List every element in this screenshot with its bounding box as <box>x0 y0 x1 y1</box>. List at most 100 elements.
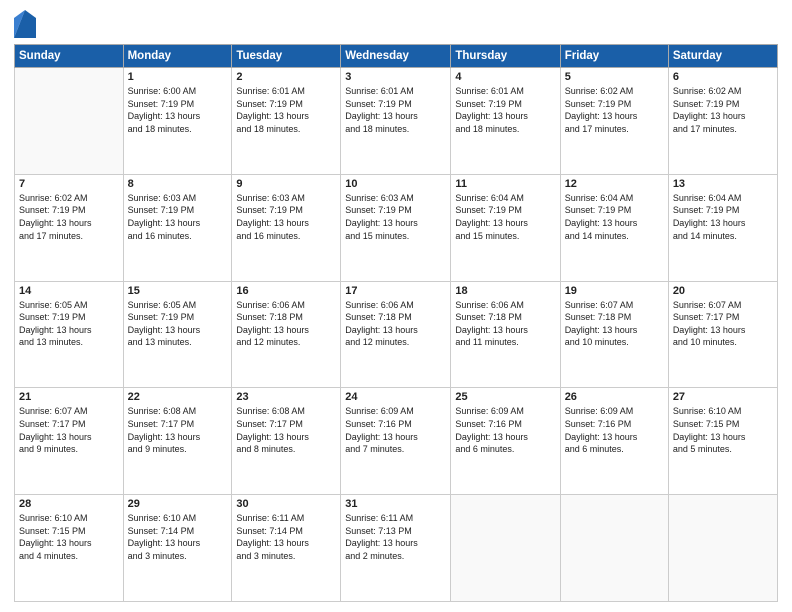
day-info: Sunrise: 6:09 AM Sunset: 7:16 PM Dayligh… <box>565 405 664 455</box>
calendar-week-row: 14Sunrise: 6:05 AM Sunset: 7:19 PM Dayli… <box>15 281 778 388</box>
day-number: 18 <box>455 285 555 297</box>
calendar-cell: 27 Sunrise: 6:10 AM Sunset: 7:15 PM Dayli… <box>668 388 777 495</box>
day-info: Sunrise: 6:06 AM Sunset: 7:18 PM Dayligh… <box>345 299 446 349</box>
calendar-cell: 7 Sunrise: 6:02 AM Sunset: 7:19 PM Daylig… <box>15 174 124 281</box>
day-number: 7 <box>19 178 119 190</box>
weekday-header: Wednesday <box>341 45 451 68</box>
calendar-cell: 19Sunrise: 6:07 AM Sunset: 7:18 PM Dayli… <box>560 281 668 388</box>
day-info: Sunrise: 6:04 AM Sunset: 7:19 PM Dayligh… <box>455 192 555 242</box>
day-number: 15 <box>128 285 228 297</box>
day-info: Sunrise: 6:03 AM Sunset: 7:19 PM Dayligh… <box>236 192 336 242</box>
day-number: 26 <box>565 391 664 403</box>
weekday-header: Thursday <box>451 45 560 68</box>
day-info: Sunrise: 6:11 AM Sunset: 7:14 PM Dayligh… <box>236 512 336 562</box>
calendar-cell: 17 Sunrise: 6:06 AM Sunset: 7:18 PM Dayli… <box>341 281 451 388</box>
day-number: 22 <box>128 391 228 403</box>
day-number: 12 <box>565 178 664 190</box>
calendar-cell: 24 Sunrise: 6:09 AM Sunset: 7:16 PM Dayli… <box>341 388 451 495</box>
weekday-header: Tuesday <box>232 45 341 68</box>
logo <box>14 10 40 38</box>
calendar-cell: 11 Sunrise: 6:04 AM Sunset: 7:19 PM Dayli… <box>451 174 560 281</box>
calendar-cell <box>668 495 777 602</box>
day-info: Sunrise: 6:07 AM Sunset: 7:18 PM Dayligh… <box>565 299 664 349</box>
day-number: 29 <box>128 498 228 510</box>
day-info: Sunrise: 6:07 AM Sunset: 7:17 PM Dayligh… <box>19 405 119 455</box>
calendar-cell: 23 Sunrise: 6:08 AM Sunset: 7:17 PM Dayli… <box>232 388 341 495</box>
day-number: 4 <box>455 71 555 83</box>
page: SundayMondayTuesdayWednesdayThursdayFrid… <box>0 0 792 612</box>
calendar-cell: 6Sunrise: 6:02 AM Sunset: 7:19 PM Daylig… <box>668 68 777 175</box>
calendar-cell: 29 Sunrise: 6:10 AM Sunset: 7:14 PM Dayli… <box>123 495 232 602</box>
calendar-week-row: 28 Sunrise: 6:10 AM Sunset: 7:15 PM Dayli… <box>15 495 778 602</box>
day-number: 31 <box>345 498 446 510</box>
day-info: Sunrise: 6:09 AM Sunset: 7:16 PM Dayligh… <box>345 405 446 455</box>
logo-icon <box>14 10 36 38</box>
calendar-week-row: 1Sunrise: 6:00 AM Sunset: 7:19 PM Daylig… <box>15 68 778 175</box>
calendar-cell: 15 Sunrise: 6:05 AM Sunset: 7:19 PM Dayli… <box>123 281 232 388</box>
calendar-cell: 9 Sunrise: 6:03 AM Sunset: 7:19 PM Daylig… <box>232 174 341 281</box>
day-number: 13 <box>673 178 773 190</box>
day-info: Sunrise: 6:10 AM Sunset: 7:15 PM Dayligh… <box>673 405 773 455</box>
day-info: Sunrise: 6:02 AM Sunset: 7:19 PM Dayligh… <box>565 85 664 135</box>
weekday-header: Monday <box>123 45 232 68</box>
weekday-header: Friday <box>560 45 668 68</box>
day-info: Sunrise: 6:08 AM Sunset: 7:17 PM Dayligh… <box>236 405 336 455</box>
calendar-week-row: 7 Sunrise: 6:02 AM Sunset: 7:19 PM Daylig… <box>15 174 778 281</box>
day-number: 3 <box>345 71 446 83</box>
day-info: Sunrise: 6:05 AM Sunset: 7:19 PM Dayligh… <box>19 299 119 349</box>
calendar-cell: 31 Sunrise: 6:11 AM Sunset: 7:13 PM Dayli… <box>341 495 451 602</box>
day-info: Sunrise: 6:08 AM Sunset: 7:17 PM Dayligh… <box>128 405 228 455</box>
calendar-cell: 21 Sunrise: 6:07 AM Sunset: 7:17 PM Dayli… <box>15 388 124 495</box>
day-info: Sunrise: 6:05 AM Sunset: 7:19 PM Dayligh… <box>128 299 228 349</box>
calendar-cell: 28 Sunrise: 6:10 AM Sunset: 7:15 PM Dayli… <box>15 495 124 602</box>
day-number: 16 <box>236 285 336 297</box>
weekday-header: Sunday <box>15 45 124 68</box>
day-info: Sunrise: 6:04 AM Sunset: 7:19 PM Dayligh… <box>565 192 664 242</box>
day-number: 2 <box>236 71 336 83</box>
weekday-header: Saturday <box>668 45 777 68</box>
day-number: 8 <box>128 178 228 190</box>
day-number: 30 <box>236 498 336 510</box>
day-number: 24 <box>345 391 446 403</box>
day-number: 6 <box>673 71 773 83</box>
header <box>14 10 778 38</box>
calendar-cell: 14Sunrise: 6:05 AM Sunset: 7:19 PM Dayli… <box>15 281 124 388</box>
day-info: Sunrise: 6:03 AM Sunset: 7:19 PM Dayligh… <box>345 192 446 242</box>
calendar-cell <box>15 68 124 175</box>
day-number: 17 <box>345 285 446 297</box>
day-info: Sunrise: 6:01 AM Sunset: 7:19 PM Dayligh… <box>236 85 336 135</box>
day-info: Sunrise: 6:11 AM Sunset: 7:13 PM Dayligh… <box>345 512 446 562</box>
day-number: 10 <box>345 178 446 190</box>
calendar-cell: 1Sunrise: 6:00 AM Sunset: 7:19 PM Daylig… <box>123 68 232 175</box>
day-number: 21 <box>19 391 119 403</box>
day-info: Sunrise: 6:06 AM Sunset: 7:18 PM Dayligh… <box>236 299 336 349</box>
calendar-cell: 30 Sunrise: 6:11 AM Sunset: 7:14 PM Dayli… <box>232 495 341 602</box>
day-info: Sunrise: 6:10 AM Sunset: 7:15 PM Dayligh… <box>19 512 119 562</box>
day-number: 27 <box>673 391 773 403</box>
day-info: Sunrise: 6:02 AM Sunset: 7:19 PM Dayligh… <box>19 192 119 242</box>
day-info: Sunrise: 6:01 AM Sunset: 7:19 PM Dayligh… <box>455 85 555 135</box>
day-number: 11 <box>455 178 555 190</box>
calendar-cell: 20 Sunrise: 6:07 AM Sunset: 7:17 PM Dayli… <box>668 281 777 388</box>
day-number: 23 <box>236 391 336 403</box>
calendar-cell <box>560 495 668 602</box>
day-number: 9 <box>236 178 336 190</box>
calendar-cell: 16 Sunrise: 6:06 AM Sunset: 7:18 PM Dayli… <box>232 281 341 388</box>
day-info: Sunrise: 6:10 AM Sunset: 7:14 PM Dayligh… <box>128 512 228 562</box>
calendar-cell: 4 Sunrise: 6:01 AM Sunset: 7:19 PM Daylig… <box>451 68 560 175</box>
calendar-cell: 13Sunrise: 6:04 AM Sunset: 7:19 PM Dayli… <box>668 174 777 281</box>
calendar-cell: 8Sunrise: 6:03 AM Sunset: 7:19 PM Daylig… <box>123 174 232 281</box>
calendar-cell: 10 Sunrise: 6:03 AM Sunset: 7:19 PM Dayli… <box>341 174 451 281</box>
day-info: Sunrise: 6:00 AM Sunset: 7:19 PM Dayligh… <box>128 85 228 135</box>
day-info: Sunrise: 6:07 AM Sunset: 7:17 PM Dayligh… <box>673 299 773 349</box>
day-number: 28 <box>19 498 119 510</box>
calendar-cell: 22 Sunrise: 6:08 AM Sunset: 7:17 PM Dayli… <box>123 388 232 495</box>
day-info: Sunrise: 6:01 AM Sunset: 7:19 PM Dayligh… <box>345 85 446 135</box>
calendar-cell: 26 Sunrise: 6:09 AM Sunset: 7:16 PM Dayli… <box>560 388 668 495</box>
calendar-cell: 2 Sunrise: 6:01 AM Sunset: 7:19 PM Daylig… <box>232 68 341 175</box>
day-number: 20 <box>673 285 773 297</box>
calendar-cell <box>451 495 560 602</box>
day-info: Sunrise: 6:06 AM Sunset: 7:18 PM Dayligh… <box>455 299 555 349</box>
calendar-cell: 18 Sunrise: 6:06 AM Sunset: 7:18 PM Dayli… <box>451 281 560 388</box>
weekday-header-row: SundayMondayTuesdayWednesdayThursdayFrid… <box>15 45 778 68</box>
